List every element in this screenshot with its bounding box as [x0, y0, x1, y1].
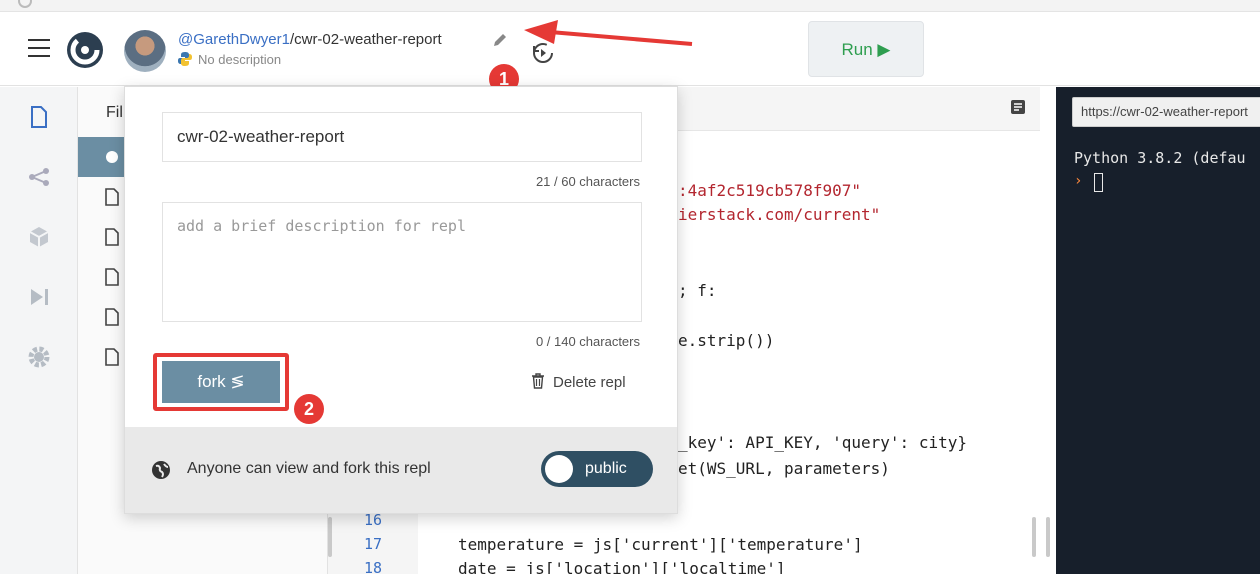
delete-repl-label: Delete repl: [553, 374, 626, 391]
code-line: et(WS_URL, parameters): [678, 459, 890, 478]
hamburger-menu-icon[interactable]: [28, 39, 50, 57]
code-line: date = js['location']['localtime']: [458, 559, 786, 574]
visibility-toggle-label: public: [585, 460, 627, 477]
replit-logo-icon[interactable]: [66, 31, 104, 69]
python-icon: [106, 151, 118, 163]
code-line: ierstack.com/current": [678, 205, 881, 224]
repl-title[interactable]: @GarethDwyer1/cwr-02-weather-report: [178, 31, 442, 48]
file-icon: [105, 188, 119, 206]
visibility-toggle[interactable]: public: [541, 451, 653, 487]
globe-icon: [152, 461, 170, 479]
visibility-footer: Anyone can view and fork this repl publi…: [125, 427, 677, 513]
repl-header: @GarethDwyer1/cwr-02-weather-report No d…: [0, 12, 1260, 94]
repl-name-input[interactable]: [162, 112, 642, 162]
visibility-description: Anyone can view and fork this repl: [187, 460, 431, 477]
code-line: e.strip()): [678, 331, 775, 350]
repl-owner-link[interactable]: @GarethDwyer1: [178, 31, 290, 48]
code-line: _key': API_KEY, 'query': city}: [678, 433, 967, 452]
console-cursor: [1094, 173, 1103, 192]
annotation-badge-2: 2: [294, 394, 324, 424]
pane-divider[interactable]: [1040, 87, 1056, 574]
webview-url-bar[interactable]: https://cwr-02-weather-report: [1072, 97, 1260, 127]
pane-resize-handle[interactable]: [1046, 517, 1050, 557]
share-icon[interactable]: [27, 165, 51, 189]
icon-rail: [0, 87, 78, 574]
repl-info-popover: 21 / 60 characters 0 / 140 characters fo…: [124, 86, 678, 514]
console-banner: Python 3.8.2 (defau: [1074, 149, 1246, 167]
line-number: 18: [364, 559, 383, 574]
code-line: :4af2c519cb578f907": [678, 181, 862, 200]
code-line: temperature = js['current']['temperature…: [458, 535, 863, 554]
repl-description-input[interactable]: [162, 202, 642, 322]
files-panel-title: Fil: [106, 104, 123, 121]
settings-gear-icon[interactable]: [27, 345, 51, 369]
line-number: 17: [364, 535, 383, 553]
notes-icon[interactable]: [1010, 99, 1026, 115]
repl-name[interactable]: cwr-02-weather-report: [294, 31, 442, 48]
avatar[interactable]: [124, 30, 166, 72]
code-line: ; f:: [678, 281, 717, 300]
debugger-icon[interactable]: [27, 285, 51, 309]
files-icon[interactable]: [27, 105, 51, 129]
browser-top-strip: [0, 0, 1260, 12]
name-char-count: 21 / 60 characters: [535, 174, 640, 189]
repl-description-text: No description: [198, 52, 282, 67]
pencil-icon[interactable]: [492, 32, 508, 48]
packages-icon[interactable]: [27, 225, 51, 249]
run-button[interactable]: Run ▶: [808, 21, 924, 77]
editor-scrollbar[interactable]: [328, 517, 332, 557]
annotation-arrow-icon: [524, 20, 693, 46]
editor-scrollbar-right[interactable]: [1032, 517, 1036, 557]
file-icon: [105, 308, 119, 326]
fork-button[interactable]: fork ≶: [162, 361, 280, 403]
trash-icon: [532, 373, 544, 389]
python-icon: [178, 52, 192, 66]
console-pane[interactable]: https://cwr-02-weather-report Python 3.8…: [1056, 87, 1260, 574]
toggle-knob: [545, 455, 573, 483]
file-icon: [105, 348, 119, 366]
file-icon: [105, 228, 119, 246]
console-prompt-icon: ›: [1074, 173, 1083, 189]
file-icon: [105, 268, 119, 286]
circle-icon: [18, 0, 32, 8]
description-char-count: 0 / 140 characters: [535, 334, 640, 349]
delete-repl-button[interactable]: Delete repl: [531, 373, 626, 391]
repl-description: No description: [178, 52, 281, 67]
